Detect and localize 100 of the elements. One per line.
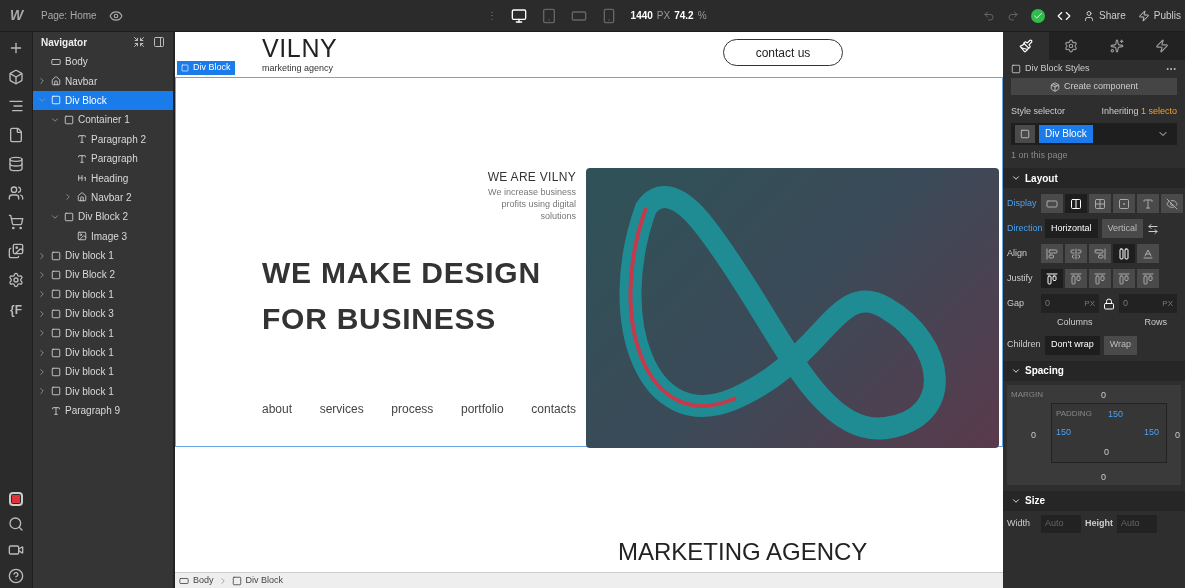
option-button[interactable]	[1112, 194, 1135, 213]
navigator-item[interactable]: Div Block	[33, 90, 173, 111]
style-selector-label: Style selector	[1011, 105, 1066, 118]
navigator-item[interactable]: Paragraph 2	[33, 129, 173, 149]
gap-rows-field[interactable]: 0 PX	[1119, 294, 1177, 313]
panel-tab[interactable]	[1048, 32, 1094, 60]
breadcrumb-item[interactable]: Div Block	[231, 573, 284, 588]
brush-icon	[1018, 39, 1033, 53]
square-icon	[51, 366, 61, 377]
option-button[interactable]	[1088, 194, 1111, 213]
square-icon	[64, 211, 74, 222]
collapse-icon	[133, 36, 145, 48]
lightning-icon	[1155, 39, 1170, 53]
section-header[interactable]: Spacing	[1025, 363, 1064, 378]
settings-icon[interactable]	[8, 272, 24, 288]
navigator-item[interactable]: Paragraph	[33, 148, 173, 169]
section-header[interactable]: Layout	[1025, 170, 1058, 186]
navigator-item[interactable]: Div block 1	[33, 342, 173, 363]
margin-right[interactable]: 0	[1175, 428, 1180, 442]
caret-right-icon	[37, 76, 47, 87]
navigator-item[interactable]: Container 1	[33, 110, 173, 130]
users-icon[interactable]	[8, 185, 24, 201]
navigator-item[interactable]: Div block 1	[33, 245, 173, 266]
text-icon	[1141, 197, 1154, 210]
record-icon[interactable]	[9, 492, 23, 506]
option-button[interactable]	[1064, 194, 1087, 213]
nav-link[interactable]: process	[391, 400, 434, 418]
navigator-item[interactable]: Div block 1	[33, 362, 173, 382]
direction-button[interactable]: Horizontal	[1045, 219, 1098, 238]
app-logo[interactable]: W	[0, 5, 33, 26]
page-selector[interactable]: Page: Home	[41, 8, 97, 23]
margin-top[interactable]: 0	[1101, 388, 1106, 402]
navigator-item[interactable]: Div Block 2	[33, 207, 173, 227]
nav-link[interactable]: contacts	[531, 400, 576, 418]
inheriting-count[interactable]: 1 selecto	[1140, 106, 1177, 116]
user-icon	[1083, 9, 1096, 22]
item-label: Div block 1	[65, 326, 114, 341]
wrap-button[interactable]: Wrap	[1103, 335, 1138, 355]
page-icon[interactable]	[8, 127, 24, 143]
navigator-item[interactable]: Div block 3	[33, 304, 173, 324]
selector-chip[interactable]: Div Block	[1039, 124, 1093, 143]
padding-right[interactable]: 150	[1144, 425, 1160, 439]
option-button[interactable]	[1041, 269, 1063, 288]
navigator-item[interactable]: Div block 1	[33, 284, 173, 305]
create-component-button[interactable]: Create component	[1011, 78, 1177, 95]
share-button[interactable]: Share	[1083, 8, 1126, 23]
direction-button[interactable]: Vertical	[1101, 219, 1144, 238]
lines-icon[interactable]	[8, 98, 24, 114]
navigator-item[interactable]: Navbar	[33, 71, 173, 91]
item-label: Paragraph	[91, 152, 138, 167]
selector-field[interactable]: Div Block	[1011, 122, 1177, 145]
navigator-item[interactable]: Navbar 2	[33, 187, 173, 208]
item-label: Div block 3	[65, 307, 114, 322]
margin-bottom[interactable]: 0	[1101, 470, 1106, 484]
gap-columns-field[interactable]: 0 PX	[1041, 294, 1099, 313]
cart-icon[interactable]	[8, 214, 24, 230]
selected-block[interactable]: WE ARE VILNY We increase business profits using digital solutions WE MAKE DESIGN FOR BUSINESS about services process portfolio contacts	[175, 77, 1003, 447]
navigator-item[interactable]: Heading	[33, 168, 173, 188]
square-icon	[64, 114, 74, 125]
cube-icon[interactable]	[8, 69, 24, 85]
plus-icon[interactable]	[8, 40, 24, 56]
option-button[interactable]	[1160, 194, 1183, 213]
justify-icon	[1118, 272, 1130, 285]
square-icon	[51, 250, 61, 261]
navigator-item[interactable]: Div Block 2	[33, 265, 173, 285]
wrap-button[interactable]: Don't wrap	[1045, 335, 1100, 355]
image-icon	[77, 231, 87, 242]
panel-title: Navigator	[41, 35, 88, 50]
caret-right-icon	[37, 308, 47, 319]
nav-link[interactable]: portfolio	[460, 400, 504, 418]
unit-label: PX	[656, 9, 671, 23]
device-button[interactable]	[510, 7, 527, 24]
nav-link[interactable]: services	[319, 400, 364, 418]
navigator-item[interactable]: Image 3	[33, 226, 173, 246]
inheriting-label: Inheriting	[1101, 106, 1140, 116]
navigator-item[interactable]: Paragraph 9	[33, 401, 173, 421]
images-icon[interactable]	[8, 243, 24, 259]
align-top-icon	[1046, 247, 1058, 260]
rail-label[interactable]: {F	[10, 301, 22, 319]
margin-left[interactable]: 0	[1031, 428, 1036, 442]
navigator-item[interactable]: Div block 1	[33, 381, 173, 402]
padding-label: PADDING	[1056, 407, 1092, 420]
item-label: Body	[65, 55, 88, 70]
publish-button[interactable]: Publis	[1137, 8, 1181, 23]
option-button[interactable]	[1113, 244, 1135, 263]
undo-icon	[983, 9, 996, 22]
square-icon	[51, 289, 61, 300]
padding-bottom[interactable]: 0	[1104, 445, 1109, 459]
square-icon	[51, 347, 61, 358]
database-icon[interactable]	[8, 156, 24, 172]
navigator-item[interactable]: Body	[33, 52, 173, 72]
section-header[interactable]: Size	[1025, 493, 1045, 508]
item-label: Container 1	[78, 113, 130, 128]
breadcrumb-item[interactable]: Body	[179, 573, 214, 588]
padding-left[interactable]: 150	[1056, 425, 1072, 439]
brand-tagline: marketing agency	[262, 62, 335, 75]
padding-top[interactable]: 150	[1108, 407, 1124, 421]
nav-link[interactable]: about	[262, 400, 293, 418]
navigator-item[interactable]: Div block 1	[33, 323, 173, 343]
paragraph-icon	[51, 405, 61, 416]
